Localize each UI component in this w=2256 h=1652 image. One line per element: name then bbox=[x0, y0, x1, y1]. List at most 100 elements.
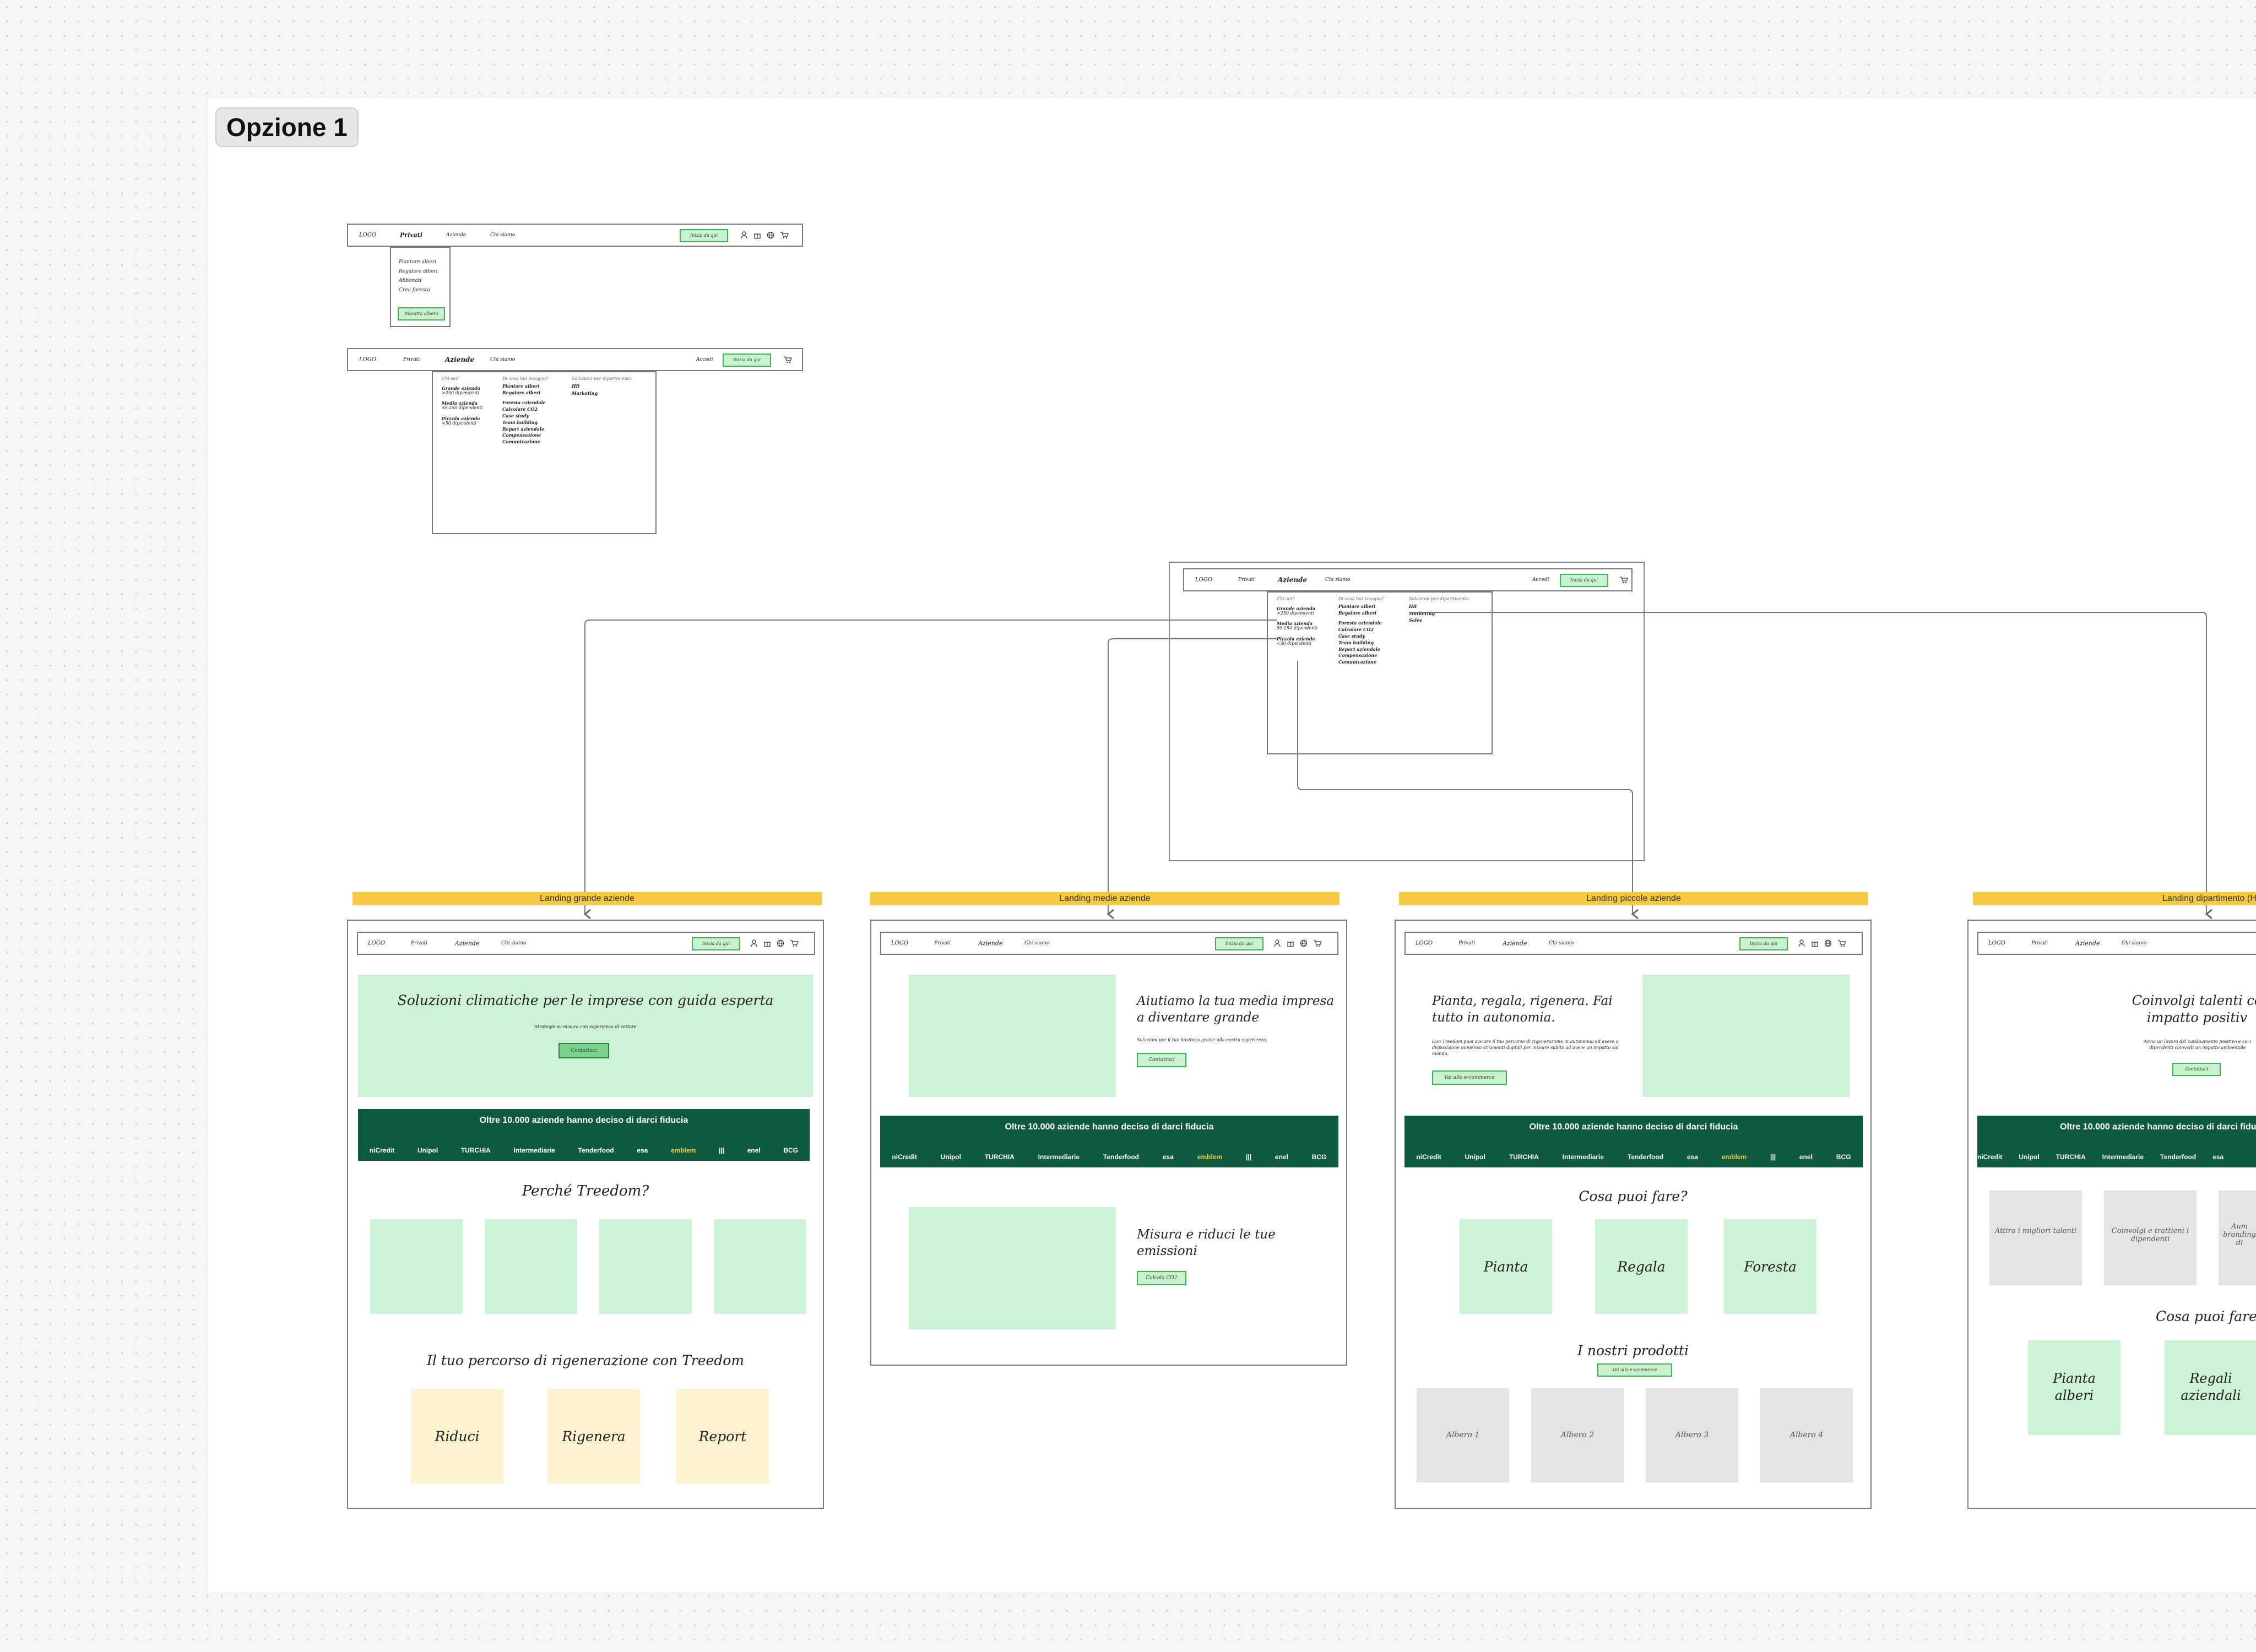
nav-cta-button[interactable]: Inizia da qui bbox=[1560, 574, 1608, 587]
hr-benefit-card[interactable]: Coinvolgi e trattieni i dipendenti bbox=[2104, 1191, 2197, 1285]
nav-item-accedi[interactable]: Accedi bbox=[696, 357, 713, 362]
nav-item-privati[interactable]: Privati bbox=[400, 232, 422, 239]
nav-item-privati[interactable]: Privati bbox=[411, 941, 427, 946]
menu-item[interactable]: Regalare alberi bbox=[1338, 610, 1384, 616]
ecommerce-button[interactable]: Vai allo e-commerce bbox=[1432, 1070, 1507, 1085]
cart-icon[interactable] bbox=[783, 356, 792, 363]
globe-icon[interactable] bbox=[1300, 939, 1308, 947]
nav-item-privati[interactable]: Privati bbox=[934, 941, 951, 946]
nav-item-aziende[interactable]: Aziende bbox=[1278, 576, 1307, 584]
product-card[interactable]: Albero 1 bbox=[1417, 1388, 1509, 1482]
gift-icon[interactable] bbox=[1287, 939, 1294, 947]
nav-logo[interactable]: LOGO bbox=[368, 941, 385, 947]
menu-item[interactable]: Report aziendale bbox=[1338, 646, 1384, 652]
menu-item[interactable]: Piantare alberi bbox=[399, 259, 437, 265]
nav-cta-button[interactable]: Inizia da qui bbox=[1739, 937, 1788, 950]
menu-item[interactable]: Foresta aziendale bbox=[502, 400, 548, 405]
nav-logo[interactable]: LOGO bbox=[891, 941, 908, 947]
menu-item[interactable]: Comunicazione bbox=[1338, 660, 1384, 665]
nav-item-chi-siamo[interactable]: Chi siamo bbox=[490, 357, 515, 362]
nav-item-accedi[interactable]: Accedi bbox=[1532, 577, 1549, 583]
globe-icon[interactable] bbox=[1824, 939, 1832, 947]
cart-icon[interactable] bbox=[1313, 939, 1322, 947]
landing-label-medie[interactable]: Landing medie aziende bbox=[870, 892, 1340, 905]
nav-item-aziende[interactable]: Aziende bbox=[446, 232, 466, 238]
product-card[interactable]: Albero 2 bbox=[1531, 1388, 1624, 1482]
nav-item-aziende[interactable]: Aziende bbox=[445, 356, 474, 363]
user-icon[interactable] bbox=[1798, 939, 1805, 947]
hr-benefit-card[interactable]: Aum branding di bbox=[2219, 1191, 2256, 1285]
menu-item[interactable]: Abbonati bbox=[399, 278, 437, 284]
nav-item-chi-siamo[interactable]: Chi siamo bbox=[490, 232, 515, 238]
nav-cta-button[interactable]: Inizia da qui bbox=[692, 937, 740, 950]
prodotti-ecommerce-button[interactable]: Vai allo e-commerce bbox=[1597, 1363, 1672, 1377]
cosa-card-regala[interactable]: Regala bbox=[1595, 1219, 1688, 1314]
menu-item[interactable]: Piantare alberi bbox=[502, 383, 548, 389]
hr-cosa-card[interactable]: Pianta alberi bbox=[2028, 1340, 2121, 1435]
globe-icon[interactable] bbox=[777, 939, 784, 947]
nav-logo[interactable]: LOGO bbox=[1195, 577, 1212, 583]
user-icon[interactable] bbox=[740, 231, 748, 239]
menu-item[interactable]: Comunicazione bbox=[502, 439, 548, 444]
product-card[interactable]: Albero 3 bbox=[1646, 1388, 1738, 1482]
menu-item[interactable]: Sales bbox=[1409, 618, 1469, 623]
globe-icon[interactable] bbox=[767, 231, 774, 239]
nav-logo[interactable]: LOGO bbox=[1416, 941, 1433, 947]
nav-item-chi-siamo[interactable]: Chi siamo bbox=[2122, 941, 2146, 946]
page-title[interactable]: Opzione 1 bbox=[215, 107, 359, 147]
riscatta-albero-button[interactable]: Riscatta albero bbox=[398, 307, 445, 320]
cosa-card-pianta[interactable]: Pianta bbox=[1460, 1219, 1552, 1314]
menu-item[interactable]: HR bbox=[572, 383, 632, 389]
hero-cta-button[interactable]: Contattaci bbox=[2172, 1063, 2221, 1076]
product-card[interactable]: Albero 4 bbox=[1760, 1388, 1853, 1482]
menu-item[interactable]: Compensazione bbox=[1338, 653, 1384, 658]
nav-item-aziende[interactable]: Aziende bbox=[455, 940, 479, 947]
menu-item[interactable]: Team building bbox=[1338, 640, 1384, 645]
nav-item-chi-siamo[interactable]: Chi siamo bbox=[1325, 577, 1350, 583]
menu-item[interactable]: Marketing bbox=[572, 390, 632, 396]
hr-benefit-card[interactable]: Attira i migliori talenti bbox=[1989, 1191, 2082, 1285]
cart-icon[interactable] bbox=[1837, 939, 1846, 947]
cosa-card-foresta[interactable]: Foresta bbox=[1724, 1219, 1816, 1314]
menu-item[interactable]: Marketing bbox=[1409, 611, 1469, 616]
menu-item[interactable]: HR bbox=[1409, 604, 1469, 609]
nav-cta-button[interactable]: Inizia da qui bbox=[723, 354, 771, 367]
calcola-co2-button[interactable]: Calcola CO2 bbox=[1137, 1271, 1186, 1285]
cart-icon[interactable] bbox=[1619, 576, 1628, 584]
menu-item[interactable]: Team building bbox=[502, 420, 548, 425]
path-card-rigenera[interactable]: Rigenera bbox=[547, 1389, 640, 1483]
nav-item-chi-siamo[interactable]: Chi siamo bbox=[1549, 941, 1574, 946]
hr-cosa-card[interactable]: Regali aziendali bbox=[2165, 1340, 2256, 1435]
nav-item-privati[interactable]: Privati bbox=[2031, 941, 2048, 946]
nav-logo[interactable]: LOGO bbox=[1988, 941, 2005, 947]
landing-label-piccole[interactable]: Landing piccole aziende bbox=[1399, 892, 1868, 905]
nav-logo[interactable]: LOGO bbox=[359, 232, 376, 238]
nav-item-chi-siamo[interactable]: Chi siamo bbox=[1024, 941, 1049, 946]
menu-item[interactable]: Foresta aziendale bbox=[1338, 621, 1384, 626]
nav-cta-button[interactable]: Inizia da qui bbox=[1215, 937, 1263, 950]
menu-item[interactable]: Case study bbox=[1338, 634, 1384, 639]
gift-icon[interactable] bbox=[753, 231, 761, 239]
nav-item-privati[interactable]: Privati bbox=[1458, 941, 1475, 946]
menu-item[interactable]: Crea foresta bbox=[399, 287, 437, 294]
user-icon[interactable] bbox=[1273, 939, 1281, 947]
nav-cta-button[interactable]: Inizia da qui bbox=[680, 229, 728, 242]
landing-label-hr[interactable]: Landing dipartimento (HR) bbox=[1973, 892, 2256, 905]
menu-item[interactable]: Calcolare CO2 bbox=[502, 407, 548, 412]
menu-item[interactable]: Regalare alberi bbox=[502, 390, 548, 395]
menu-item[interactable]: Compensazione bbox=[502, 433, 548, 438]
menu-item[interactable]: Report aziendale bbox=[502, 426, 548, 432]
gift-icon[interactable] bbox=[763, 939, 771, 947]
menu-item[interactable]: Piantare alberi bbox=[1338, 604, 1384, 609]
nav-logo[interactable]: LOGO bbox=[359, 357, 376, 363]
nav-item-aziende[interactable]: Aziende bbox=[978, 940, 1002, 947]
nav-item-aziende[interactable]: Aziende bbox=[2075, 940, 2100, 947]
menu-item[interactable]: Calcolare CO2 bbox=[1338, 627, 1384, 632]
gift-icon[interactable] bbox=[1811, 939, 1819, 947]
path-card-report[interactable]: Report bbox=[676, 1389, 769, 1483]
path-card-riduci[interactable]: Riduci bbox=[411, 1389, 503, 1483]
nav-item-chi-siamo[interactable]: Chi siamo bbox=[501, 941, 526, 946]
menu-item[interactable]: Regalare alberi bbox=[399, 269, 437, 275]
menu-item[interactable]: Case study bbox=[502, 414, 548, 419]
hero-cta-button[interactable]: Contattaci bbox=[558, 1043, 609, 1058]
